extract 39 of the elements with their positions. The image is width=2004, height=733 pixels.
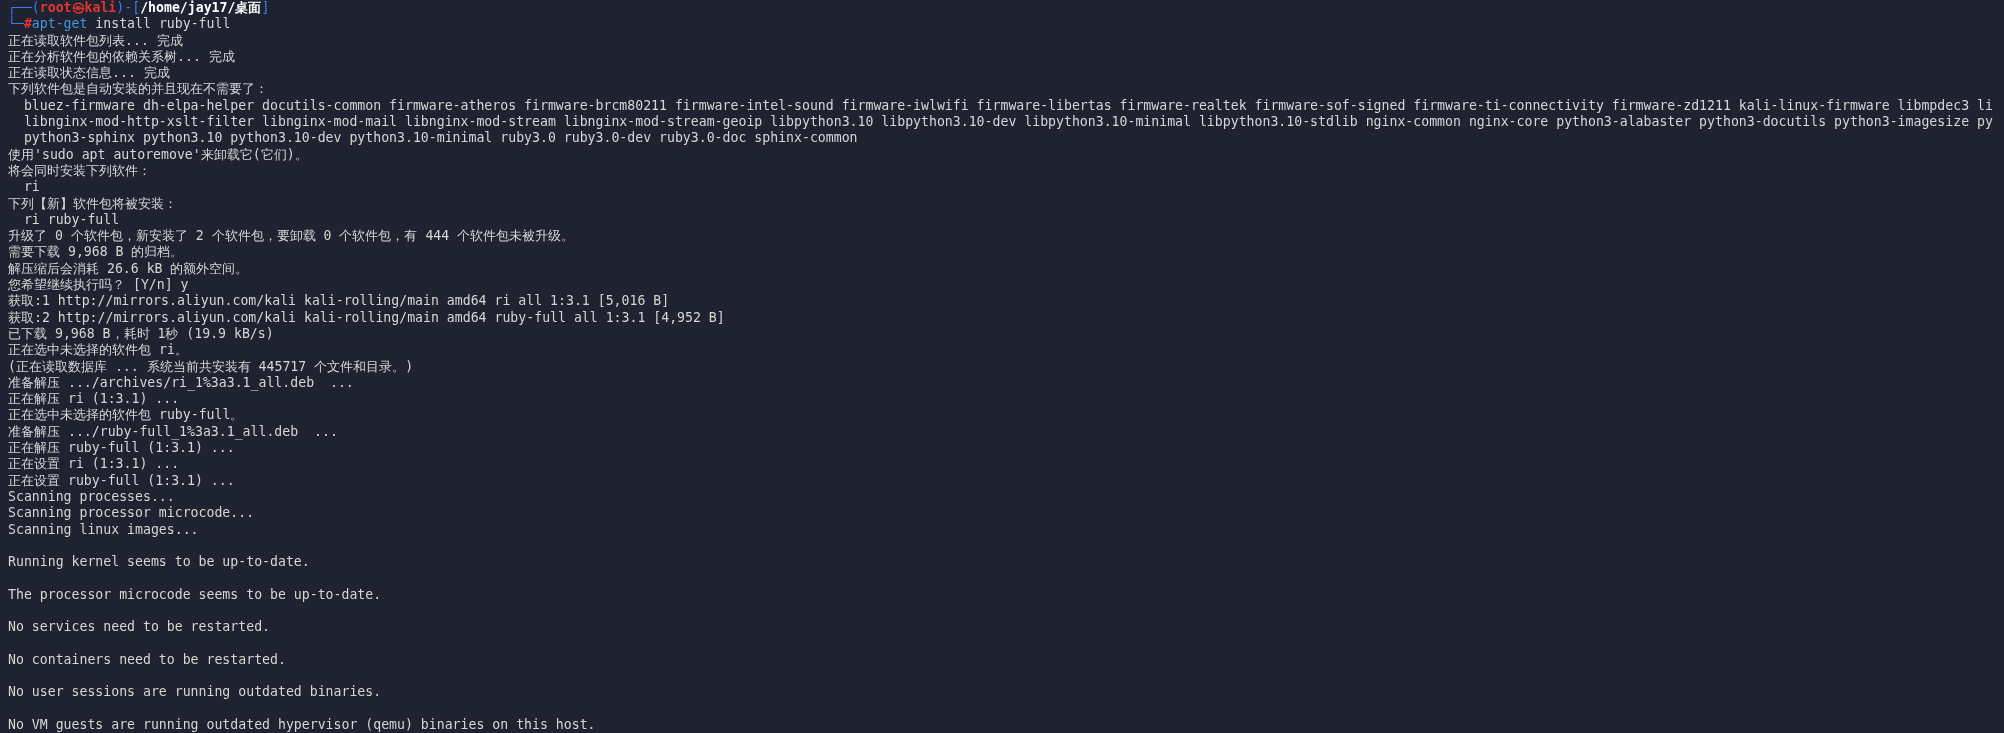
- output-line: 正在设置 ri (1:3.1) ...: [8, 456, 180, 473]
- output-line: 下列软件包是自动安装的并且现在不需要了：: [8, 81, 268, 98]
- output-line: 正在读取状态信息... 完成: [8, 65, 170, 82]
- output-line: No VM guests are running outdated hypervisor (qemu) binaries on this host.: [8, 717, 596, 733]
- output-line: 获取:1 http://mirrors.aliyun.com/kali kali-rolling/main amd64 ri all 1:3.1 [5,016 B]: [8, 293, 670, 310]
- output-line: 您希望继续执行吗？ [Y/n] y: [8, 277, 189, 294]
- output-line: 正在解压 ruby-full (1:3.1) ...: [8, 440, 235, 457]
- output-line: 准备解压 .../ruby-full_1%3a3.1_all.deb ...: [8, 423, 338, 440]
- output-line: 使用'sudo apt autoremove'来卸载它(它们)。: [8, 146, 308, 163]
- output-line: Running kernel seems to be up-to-date.: [8, 554, 310, 571]
- output-line: 解压缩后会消耗 26.6 kB 的额外空间。: [8, 260, 249, 278]
- output-line: 正在选中未选择的软件包 ruby-full。: [8, 407, 244, 424]
- output-line: 升级了 0 个软件包，新安装了 2 个软件包，要卸载 0 个软件包，有 444 个软件包未被升级。: [8, 228, 575, 245]
- output-line: No services need to be restarted.: [8, 619, 270, 636]
- output-line: The processor microcode seems to be up-to-date.: [8, 586, 382, 603]
- output-line: 将会同时安装下列软件：: [8, 162, 151, 180]
- output-line: python3-sphinx python3.10 python3.10-dev python3.10-minimal ruby3.0 ruby3.0-dev ruby3.0-doc sphinx-common: [22, 130, 858, 147]
- output-line: (正在读取数据库 ... 系统当前共安装有 445717 个文件和目录。): [8, 358, 414, 375]
- output-line: libnginx-mod-http-xslt-filter libnginx-mod-mail libnginx-mod-stream libnginx-mod-stream-geoip libpython3.10 libpython3.10-dev libpython3.10-minimal libpython3.10-stdlib nginx-common nginx-core python3-alabaster python3-docutils python3-imagesize py: [22, 114, 1993, 131]
- output-line: 下列【新】软件包将被安装：: [8, 195, 177, 212]
- output-line: 已下载 9,968 B，耗时 1秒 (19.9 kB/s): [8, 325, 274, 343]
- output-line: Scanning processes...: [8, 488, 175, 506]
- output-line: 正在设置 ruby-full (1:3.1) ...: [8, 472, 235, 489]
- output-line: ri: [22, 179, 40, 196]
- output-line: 获取:2 http://mirrors.aliyun.com/kali kali-rolling/main amd64 ruby-full all 1:3.1 [4,952 B]: [8, 309, 725, 326]
- output-line: bluez-firmware dh-elpa-helper docutils-common firmware-atheros firmware-brcm80211 firmware-intel-sound firmware-iwlwifi firmware-libertas firmware-realtek firmware-sof-signed firmware-ti-connectivity firmware-zd1211 kali-linux-firmware libmpdec3 li: [22, 97, 1993, 115]
- output-line: 正在选中未选择的软件包 ri。: [8, 342, 188, 359]
- output-line: 准备解压 .../archives/ri_1%3a3.1_all.deb ...: [8, 374, 354, 392]
- output-line: 正在解压 ri (1:3.1) ...: [8, 391, 180, 408]
- output-line: 正在读取软件包列表... 完成: [8, 32, 183, 49]
- shell-prompt: ┌──(root㉿kali)-[/home/jay17/桌面]: [8, 0, 270, 16]
- command-line: └─#apt-get install ruby-full: [8, 16, 231, 33]
- output-line: No user sessions are running outdated binaries.: [8, 684, 382, 701]
- output-line: 正在分析软件包的依赖关系树... 完成: [8, 48, 235, 66]
- output-line: No containers need to be restarted.: [8, 651, 286, 669]
- output-line: Scanning processor microcode...: [8, 505, 255, 522]
- output-line: Scanning linux images...: [8, 521, 199, 538]
- output-line: ri ruby-full: [22, 211, 120, 229]
- output-line: 需要下载 9,968 B 的归档。: [8, 244, 184, 261]
